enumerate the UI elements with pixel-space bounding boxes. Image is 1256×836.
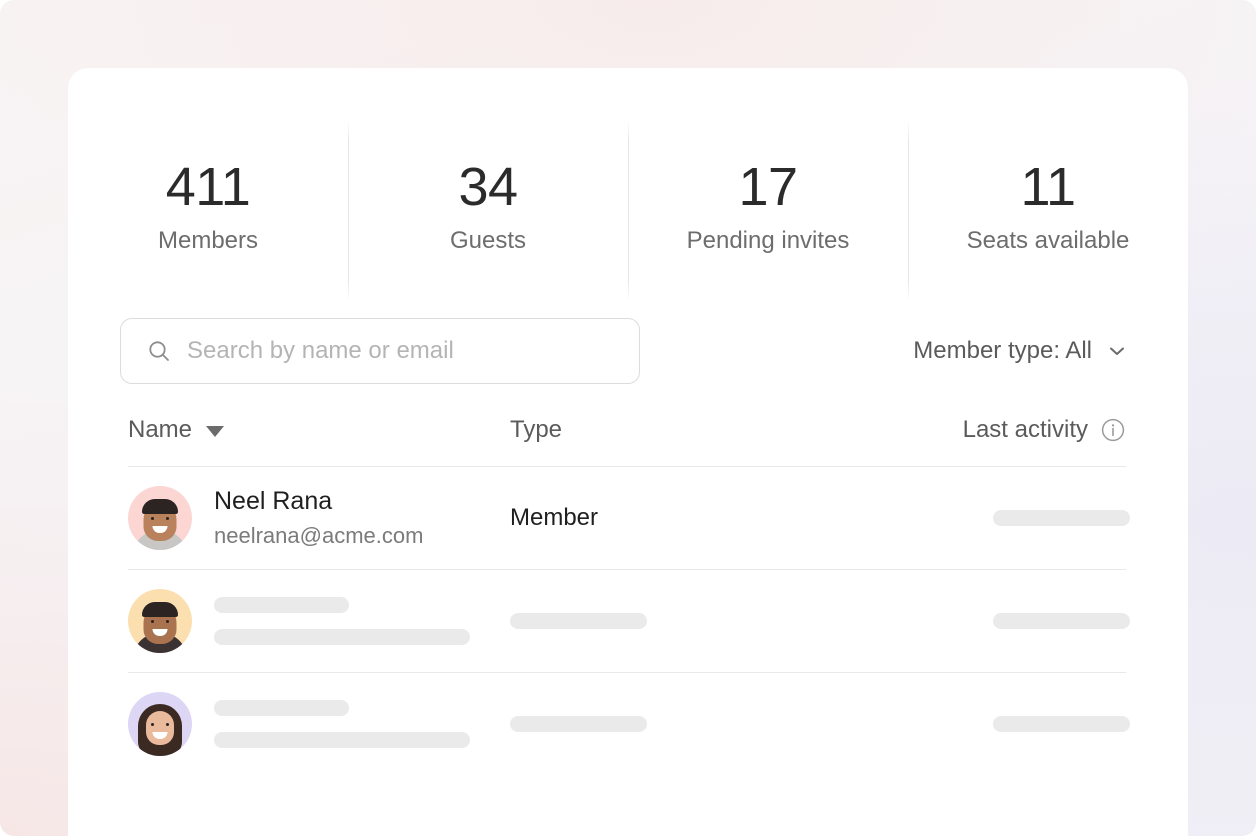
skeleton-bar-last-activity <box>993 613 1130 629</box>
page-backdrop: 411 Members 34 Guests 17 Pending invites… <box>0 0 1256 836</box>
stat-value-seats-available: 11 <box>1020 157 1076 217</box>
column-header-name-label: Name <box>128 416 193 443</box>
member-type-filter-label: Member type: All <box>913 337 1092 364</box>
avatar <box>128 692 192 756</box>
stat-value-pending-invites: 17 <box>738 157 798 217</box>
column-header-type[interactable]: Type <box>510 416 860 444</box>
stat-members: 411 Members <box>68 122 348 308</box>
search-icon <box>147 339 171 363</box>
stat-label-seats-available: Seats available <box>966 227 1130 254</box>
stat-label-pending-invites: Pending invites <box>686 227 850 254</box>
person-name: Neel Rana <box>214 487 333 515</box>
stat-guests: 34 Guests <box>348 120 628 308</box>
table-controls: Member type: All <box>68 308 1188 394</box>
stat-value-members: 411 <box>165 157 251 217</box>
column-header-last-activity-label: Last activity <box>962 416 1088 443</box>
person-email: neelrana@acme.com <box>214 523 424 548</box>
stat-value-guests: 34 <box>458 157 518 217</box>
avatar <box>128 486 192 550</box>
column-header-name[interactable]: Name <box>128 416 510 444</box>
table-row[interactable] <box>68 673 1188 775</box>
cell-last-activity <box>860 510 1188 526</box>
search-input[interactable] <box>121 319 639 383</box>
skeleton-bar-type <box>510 613 647 629</box>
stats-summary: 411 Members 34 Guests 17 Pending invites… <box>68 68 1188 308</box>
column-header-type-label: Type <box>510 416 563 443</box>
sort-descending-caret-icon[interactable] <box>206 426 225 437</box>
skeleton-name-block <box>214 700 470 748</box>
chevron-down-icon <box>1106 340 1128 362</box>
skeleton-bar-name <box>214 597 349 613</box>
skeleton-bar-type <box>510 716 647 732</box>
cell-name: Neel Rana neelrana@acme.com <box>128 485 510 551</box>
stat-pending-invites: 17 Pending invites <box>628 120 908 308</box>
cell-name <box>128 692 510 756</box>
info-circle-icon[interactable] <box>1100 417 1126 443</box>
skeleton-bar-email <box>214 629 470 645</box>
table-row[interactable] <box>68 570 1188 672</box>
members-table: Name Type Last activity Neel Rana neelra… <box>68 394 1188 775</box>
stat-label-members: Members <box>157 227 259 254</box>
stat-label-guests: Guests <box>449 227 527 254</box>
search-box[interactable] <box>120 318 640 384</box>
cell-last-activity <box>860 613 1188 629</box>
cell-type: Member <box>510 504 599 531</box>
skeleton-bar-email <box>214 732 470 748</box>
skeleton-name-block <box>214 597 470 645</box>
name-email-block: Neel Rana neelrana@acme.com <box>214 485 423 551</box>
table-row[interactable]: Neel Rana neelrana@acme.com Member <box>68 467 1188 569</box>
column-header-last-activity[interactable]: Last activity <box>860 416 1188 444</box>
skeleton-bar-last-activity <box>993 510 1130 526</box>
skeleton-bar-last-activity <box>993 716 1130 732</box>
members-card: 411 Members 34 Guests 17 Pending invites… <box>68 68 1188 836</box>
avatar <box>128 589 192 653</box>
cell-name <box>128 589 510 653</box>
skeleton-bar-name <box>214 700 349 716</box>
cell-last-activity <box>860 716 1188 732</box>
member-type-filter[interactable]: Member type: All <box>913 337 1128 365</box>
stat-seats-available: 11 Seats available <box>908 120 1188 308</box>
table-header-row: Name Type Last activity <box>68 394 1188 466</box>
cell-type <box>510 716 860 732</box>
cell-type <box>510 613 860 629</box>
